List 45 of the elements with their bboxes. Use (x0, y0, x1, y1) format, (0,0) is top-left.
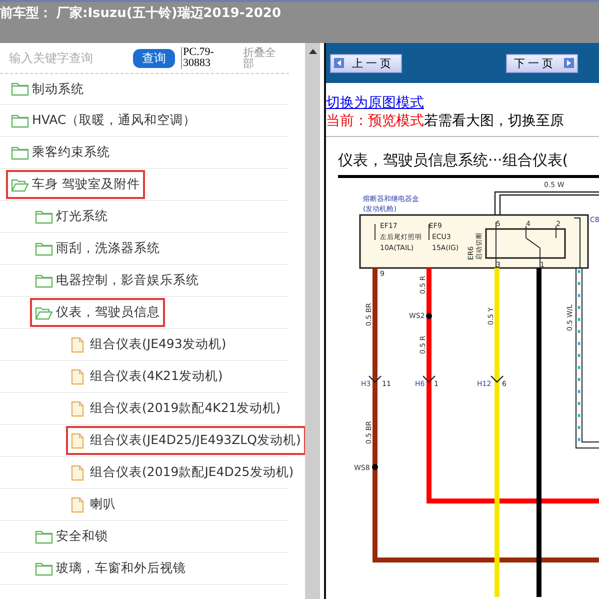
open-folder-icon (35, 306, 53, 320)
vehicle-model-title: 前车型： 厂家:Isuzu(五十铃)瑞迈2019-2020 (0, 4, 282, 22)
right-arrow-icon (564, 58, 574, 68)
tree-item[interactable]: 组合仪表(JE493发动机) (66, 330, 232, 359)
next-page-button[interactable]: 下一页 (506, 54, 578, 72)
document-icon (71, 400, 84, 416)
folder-icon (35, 210, 53, 224)
scroll-up-arrow-icon[interactable] (308, 49, 316, 54)
tree-item[interactable]: 安全和锁 (30, 522, 113, 551)
folder-icon (11, 82, 29, 96)
folder-icon (35, 530, 53, 544)
tree-item[interactable]: 灯光系统 (30, 202, 113, 231)
document-icon (71, 336, 84, 352)
tree-item[interactable]: 组合仪表(2019款配JE4D25发动机) (66, 458, 299, 487)
document-icon (71, 496, 84, 512)
folder-icon (11, 114, 29, 128)
tree-item[interactable]: 组合仪表(4K21发动机) (66, 362, 228, 391)
tree-item[interactable]: 玻璃，车窗和外后视镜 (30, 554, 191, 583)
folder-icon (35, 242, 53, 256)
tree-item[interactable]: 乘客约束系统 (6, 138, 115, 167)
tree-item[interactable]: 电器控制，影音娱乐系统 (30, 266, 204, 295)
preview-mode-notice: 当前：预览模式若需看大图，切换至原 (326, 112, 565, 130)
folder-icon (35, 274, 53, 288)
document-icon (71, 368, 84, 384)
tree-item[interactable]: 制动系统 (6, 74, 89, 104)
tree-item[interactable]: 雨刮，洗涤器系统 (30, 234, 165, 263)
diagram-title: 仪表，驾驶员信息系统···组合仪表( (338, 151, 570, 170)
folder-icon (35, 562, 53, 576)
tree-item[interactable]: 车身 驾驶室及附件 (6, 170, 145, 199)
document-code: PC.79-30883 (181, 47, 227, 69)
tree-item[interactable]: 仪表，驾驶员信息 (30, 298, 165, 327)
original-mode-link[interactable]: 切换为原图模式 (326, 94, 599, 112)
tree-item[interactable]: 组合仪表(JE4D25/JE493ZLQ发动机) (66, 426, 305, 455)
keyword-search-field[interactable]: 输入关键字查询 (9, 51, 127, 65)
tree-item[interactable]: HVAC（取暖，通风和空调） (6, 106, 202, 135)
tree-item[interactable]: 组合仪表(2019款配4K21发动机) (66, 394, 286, 423)
tree-item[interactable]: 喇叭 (66, 490, 121, 519)
left-arrow-icon (334, 58, 344, 68)
folder-icon (11, 146, 29, 160)
document-icon (71, 432, 84, 448)
open-folder-icon (11, 178, 29, 192)
document-icon (71, 464, 84, 480)
scrollbar[interactable] (305, 43, 320, 599)
search-button[interactable]: 查询 (133, 48, 175, 68)
previous-page-button[interactable]: 上一页 (330, 54, 402, 72)
